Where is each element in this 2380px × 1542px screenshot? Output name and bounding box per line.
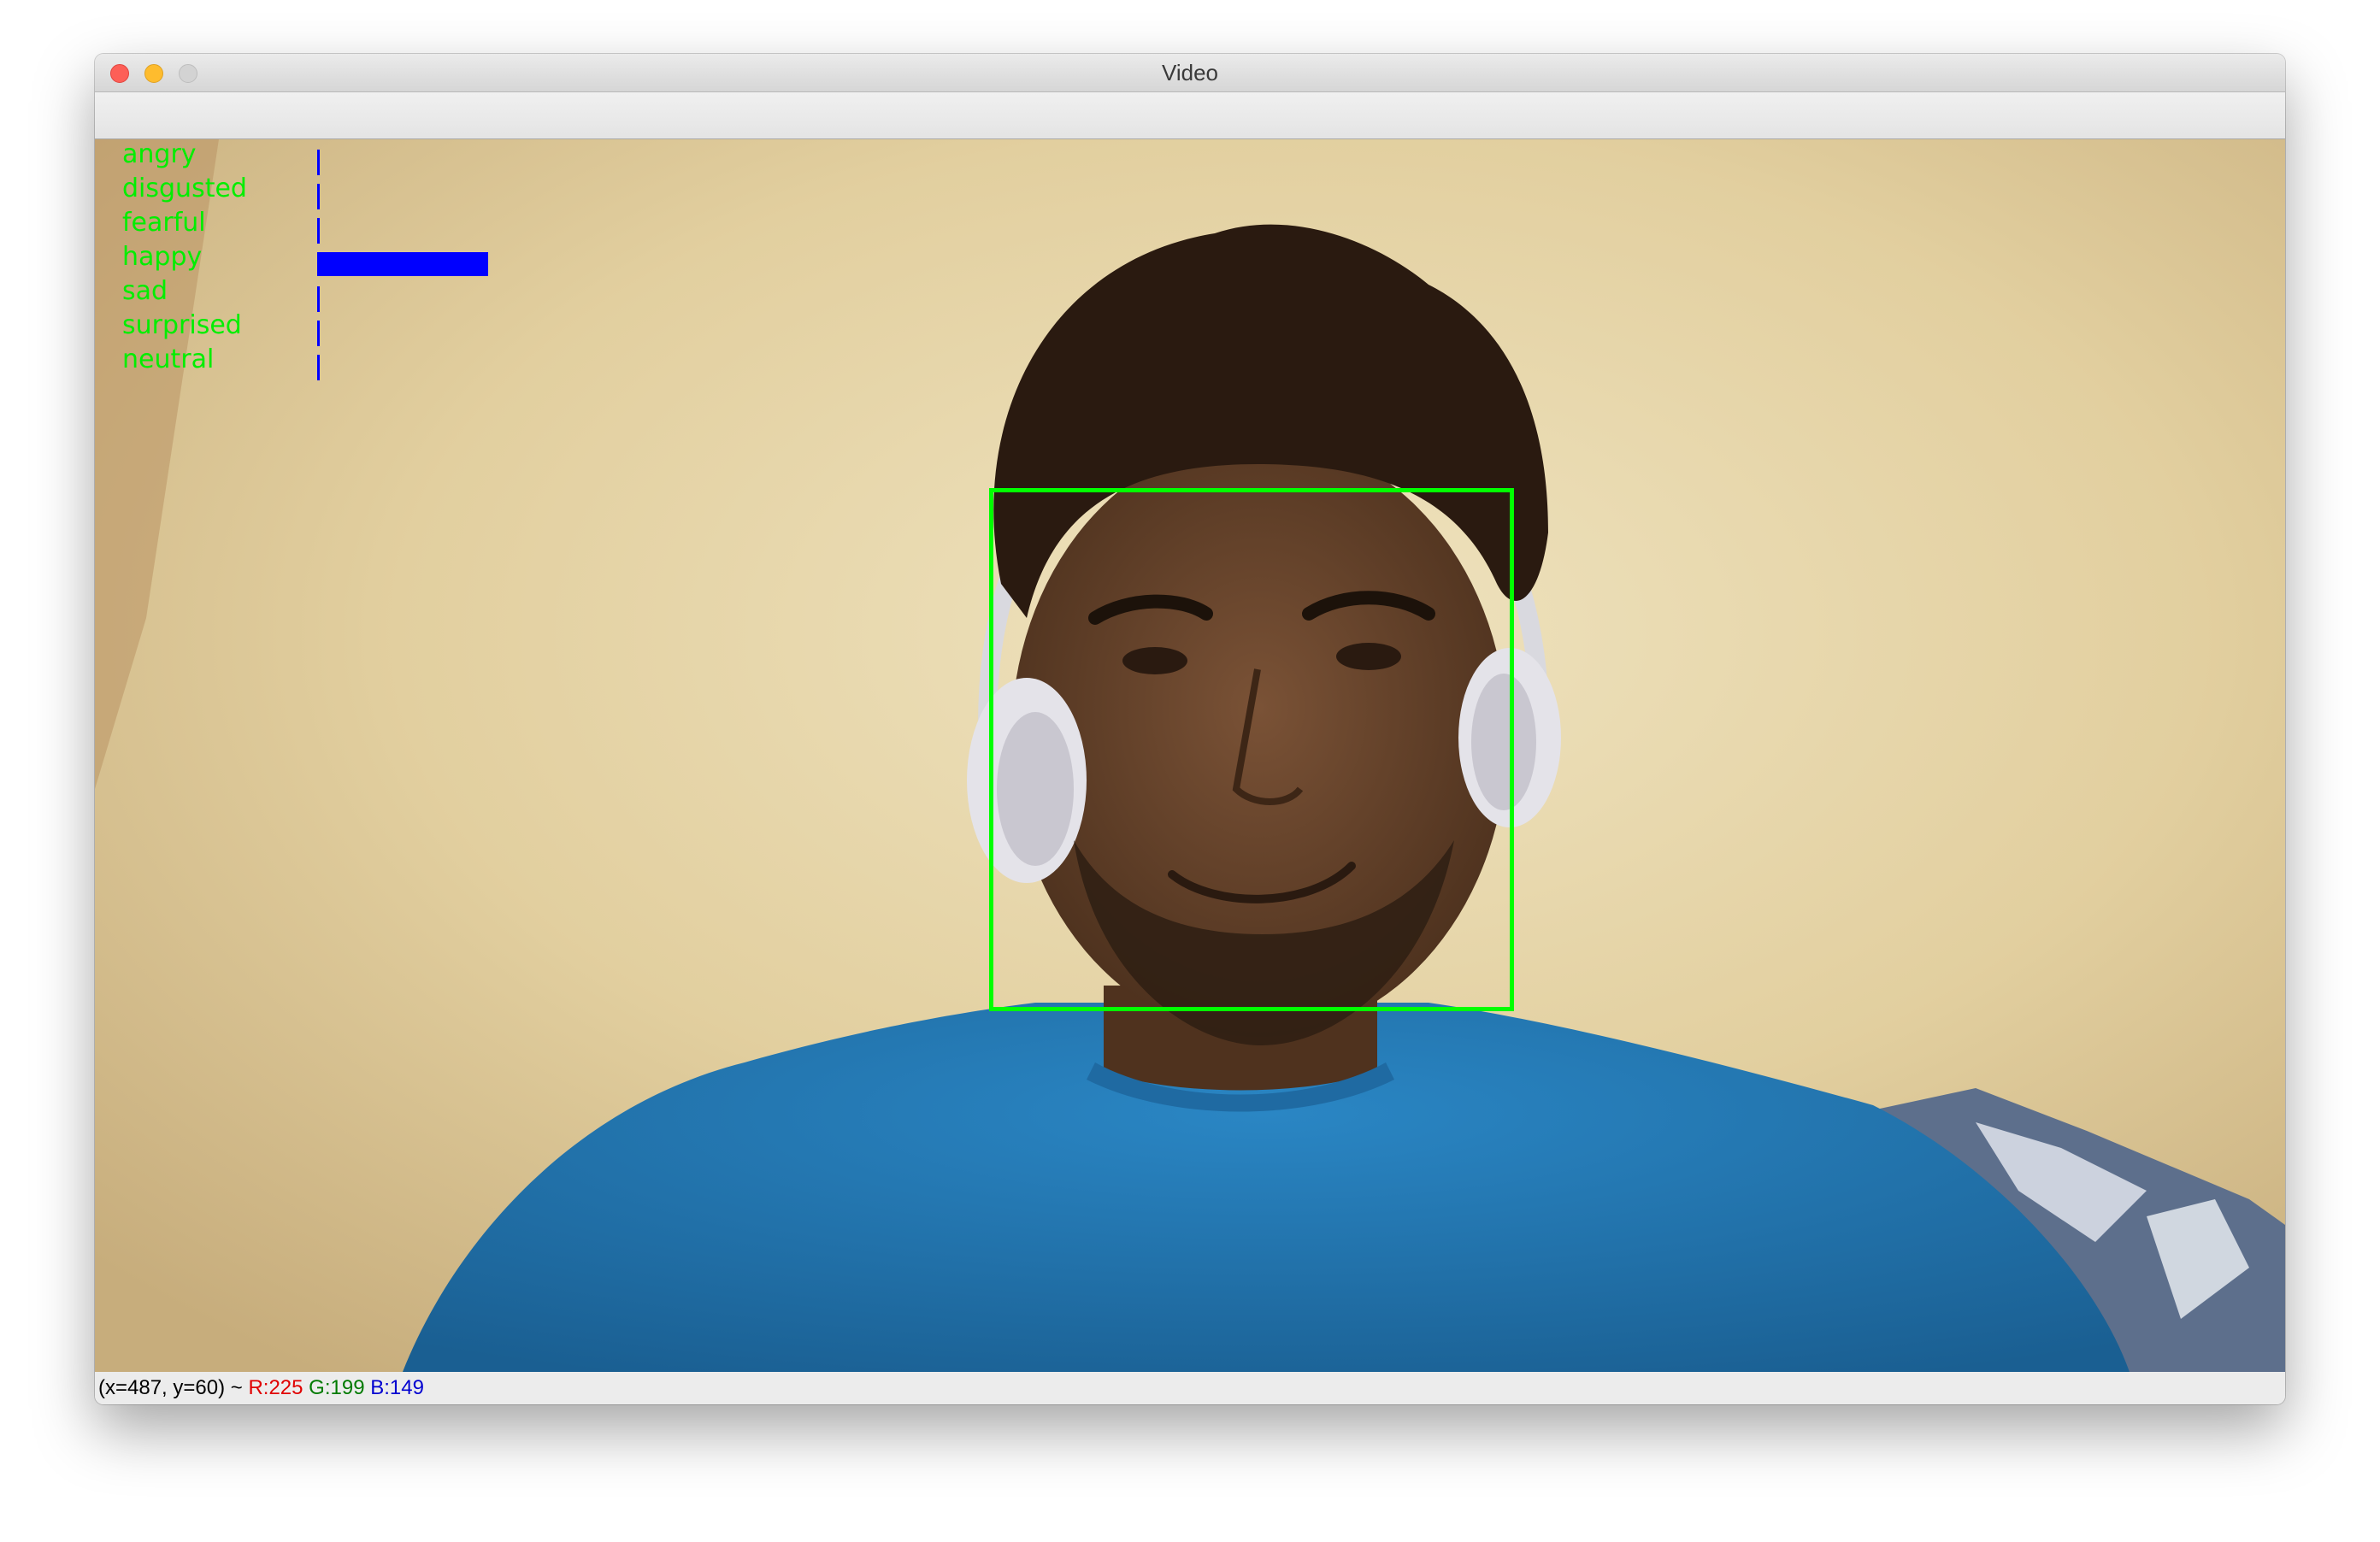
title-bar[interactable]: Video — [95, 54, 2285, 92]
emotion-label-happy: happy — [122, 242, 203, 272]
pixel-red-value: R:225 — [248, 1376, 303, 1399]
video-window: Video angry disgusted fearful happy sad … — [95, 54, 2285, 1404]
emotion-label-fearful: fearful — [122, 208, 206, 238]
emotion-label-surprised: surprised — [122, 310, 242, 340]
emotion-label-sad: sad — [122, 276, 168, 306]
pixel-blue-value: B:149 — [364, 1376, 424, 1399]
emotion-bar-angry — [317, 150, 320, 175]
cursor-coords: (x=487, y=60) ~ — [98, 1376, 249, 1399]
window-title: Video — [1161, 60, 1219, 85]
emotion-bar-happy — [317, 252, 488, 276]
face-detection-box — [989, 488, 1514, 1011]
status-bar: (x=487, y=60) ~ R:225 G:199 B:149 — [95, 1372, 2285, 1404]
emotion-bar-disgusted — [317, 184, 320, 209]
emotion-bar-surprised — [317, 321, 320, 346]
emotion-bar-fearful — [317, 218, 320, 244]
toolbar — [95, 92, 2285, 139]
emotion-bar-sad — [317, 286, 320, 312]
emotion-label-neutral: neutral — [122, 344, 215, 374]
emotion-label-angry: angry — [122, 139, 197, 169]
emotion-label-disgusted: disgusted — [122, 174, 247, 203]
video-frame[interactable]: angry disgusted fearful happy sad surprised ne… — [95, 139, 2285, 1372]
pixel-green-value: G:199 — [303, 1376, 365, 1399]
emotion-bar-neutral — [317, 355, 320, 380]
